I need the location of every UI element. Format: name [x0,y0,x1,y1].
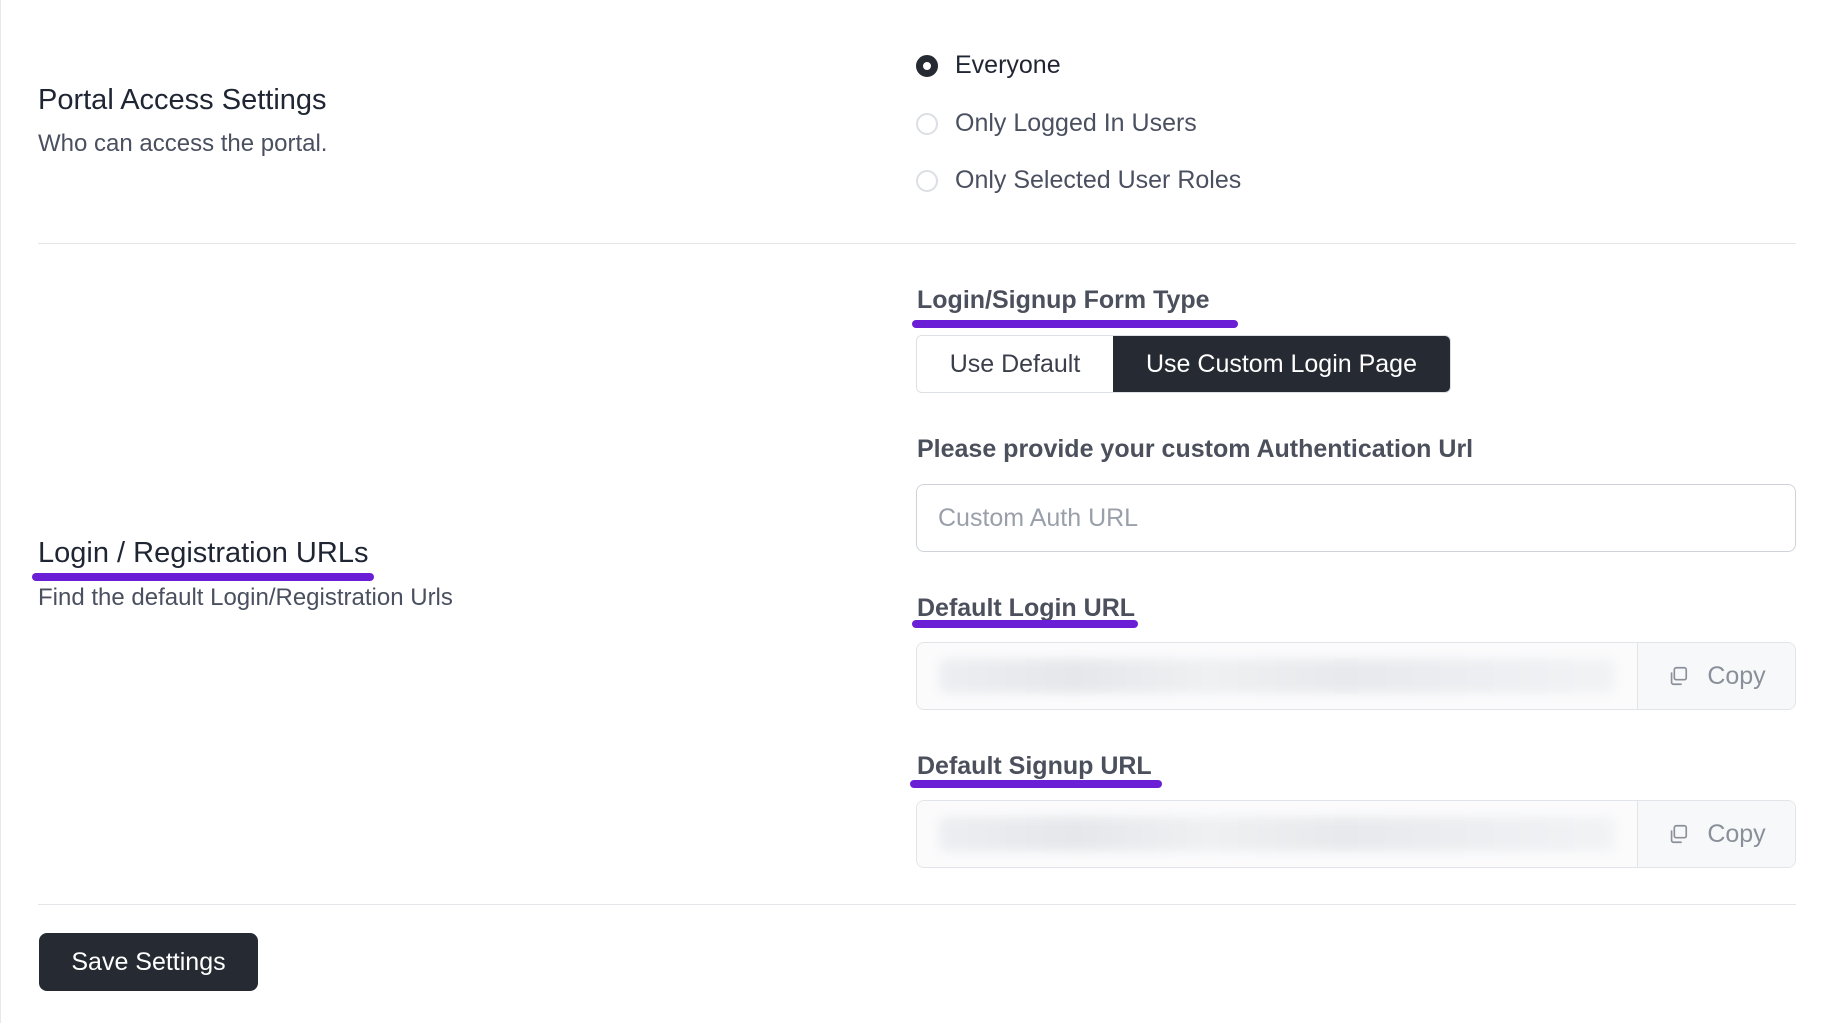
copy-icon [1671,666,1688,686]
default-signup-url-field: Copy [916,800,1796,868]
radio-indicator[interactable] [916,112,938,135]
section-divider [38,904,1796,905]
annotation-underline [912,620,1138,628]
portal-access-title: Portal Access Settings [38,84,327,116]
save-settings-button[interactable]: Save Settings [39,933,258,991]
login-urls-description: Find the default Login/Registration Urls [38,584,453,611]
custom-auth-url-input[interactable] [916,484,1796,552]
use-custom-login-page-button[interactable]: Use Custom Login Page [1113,336,1450,392]
settings-page: Portal Access Settings Who can access th… [0,0,1824,1023]
radio-indicator[interactable] [916,54,938,77]
copy-label: Copy [1707,661,1766,690]
annotation-underline [910,780,1162,788]
radio-only-selected-user-roles[interactable]: Only Selected User Roles [916,166,1241,195]
radio-label: Only Selected User Roles [955,166,1242,194]
copy-label: Copy [1707,819,1766,848]
radio-everyone[interactable]: Everyone [916,51,1061,80]
annotation-underline [32,573,374,581]
radio-only-logged-in-users[interactable]: Only Logged In Users [916,109,1197,138]
copy-icon [1671,824,1688,844]
default-signup-url-label: Default Signup URL [917,752,1152,780]
copy-login-url-button[interactable]: Copy [1637,643,1795,709]
use-default-button[interactable]: Use Default [917,336,1113,392]
radio-label: Only Logged In Users [955,109,1197,137]
radio-indicator[interactable] [916,169,938,192]
default-login-url-field: Copy [916,642,1796,710]
copy-signup-url-button[interactable]: Copy [1637,801,1795,867]
section-divider [38,243,1796,244]
login-url-value[interactable] [917,643,1637,709]
signup-url-value[interactable] [917,801,1637,867]
default-login-url-label: Default Login URL [917,594,1136,622]
annotation-underline [912,320,1238,328]
custom-url-label: Please provide your custom Authenticatio… [917,435,1474,463]
portal-access-description: Who can access the portal. [38,130,328,157]
radio-label: Everyone [955,51,1061,79]
form-type-segmented-control: Use Default Use Custom Login Page [916,335,1451,393]
login-urls-title: Login / Registration URLs [38,537,369,569]
form-type-label: Login/Signup Form Type [917,286,1210,314]
blurred-url-text [939,659,1615,693]
blurred-url-text [939,817,1615,851]
